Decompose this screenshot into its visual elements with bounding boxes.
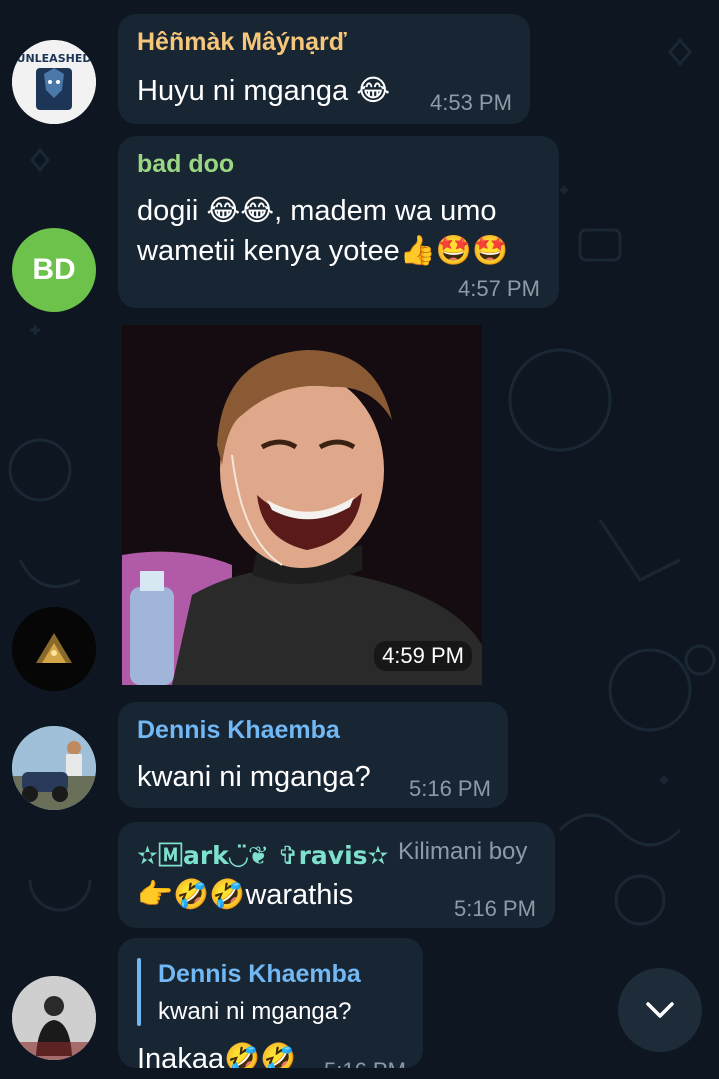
reply-quote[interactable]: [137, 958, 141, 1026]
message-text: 👉🤣🤣warathis: [137, 879, 354, 911]
avatar[interactable]: [12, 976, 96, 1060]
pyramid-logo-icon: [12, 607, 96, 691]
message-text-line: dogii 😂😂, madem wa umo: [137, 195, 497, 227]
message-bubble[interactable]: ✫🄼ark◡̈❦ ✞ravis✫ Kilimani boy 👉🤣🤣warathi…: [118, 822, 555, 928]
sender-name[interactable]: bad doo: [137, 150, 234, 179]
message-bubble[interactable]: bad doo dogii 😂😂, madem wa umo wametii k…: [118, 136, 559, 308]
message-time: 5:16 PM: [409, 776, 491, 801]
chevron-down-icon: [646, 1002, 674, 1018]
message-bubble[interactable]: Dennis Khaemba kwani ni mganga? 5:16 PM: [118, 702, 508, 808]
message-text: Inakaa🤣🤣: [137, 1043, 297, 1068]
person-photo-icon: [12, 726, 96, 810]
avatar-initials: BD: [32, 253, 76, 286]
sender-name[interactable]: ✫🄼ark◡̈❦ ✞ravis✫: [137, 836, 389, 872]
message-time: 4:53 PM: [430, 90, 512, 115]
message-text: Huyu ni mganga 😂: [137, 75, 391, 107]
photo-time: 4:59 PM: [374, 641, 472, 671]
message-time: 4:57 PM: [458, 276, 540, 301]
avatar[interactable]: UNLEASHED: [12, 40, 96, 124]
message-text-line: wametii kenya yotee👍🤩🤩: [137, 235, 509, 267]
message-bubble[interactable]: Hêñmàk Mâýnạrď Huyu ni mganga 😂 4:53 PM: [118, 14, 530, 124]
sender-title: Kilimani boy: [398, 838, 528, 865]
message-time: 5:16 PM: [324, 1058, 406, 1068]
avatar[interactable]: [12, 726, 96, 810]
scroll-down-button[interactable]: [618, 968, 702, 1052]
message-bubble[interactable]: Dennis Khaemba kwani ni mganga? Inakaa🤣🤣…: [118, 938, 423, 1068]
avatar[interactable]: BD: [12, 228, 96, 312]
photo-message[interactable]: 4:59 PM: [122, 325, 482, 685]
sender-name[interactable]: Hêñmàk Mâýnạrď: [137, 28, 347, 57]
sender-name[interactable]: Dennis Khaemba: [137, 716, 340, 745]
reply-text: kwani ni mganga?: [158, 998, 352, 1025]
message-time: 5:16 PM: [454, 896, 536, 921]
person-photo-icon: [12, 976, 96, 1060]
message-text: kwani ni mganga?: [137, 761, 371, 793]
avatar-label: UNLEASHED: [16, 52, 92, 65]
reply-sender[interactable]: Dennis Khaemba: [158, 960, 361, 989]
laughing-man-photo: [122, 325, 482, 685]
avatar[interactable]: [12, 607, 96, 691]
